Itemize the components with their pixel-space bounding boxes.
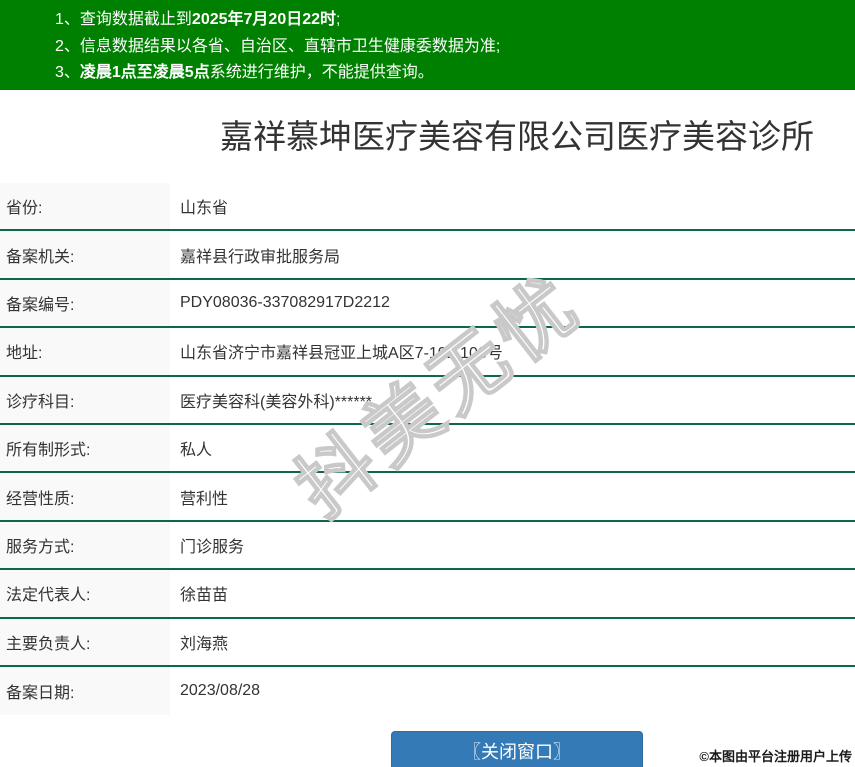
table-row: 省份: 山东省 [0,183,855,232]
record-table: 省份: 山东省 备案机关: 嘉祥县行政审批服务局 备案编号: PDY08036-… [0,183,855,716]
row-label: 主要负责人: [0,618,170,665]
row-label: 省份: [0,183,170,230]
row-label: 备案机关: [0,231,170,278]
row-label: 经营性质: [0,473,170,520]
notice-text: 查询数据截止到 [79,11,192,28]
row-value: 医疗美容科(美容外科)****** [180,393,373,411]
row-value: 私人 [180,442,213,460]
page-viewport: 1、查询数据截止到2025年7月20日22时; 2、信息数据结果以各省、自治区、… [0,0,855,767]
table-row: 地址: 山东省济宁市嘉祥县冠亚上城A区7-102.103号 [0,328,855,377]
notice-number: 1、 [55,11,80,28]
notice-bold-text: 2025年7月20日22时 [191,11,337,28]
table-row: 所有制形式: 私人 [0,424,855,474]
notice-bold-text: 凌晨1点至凌晨5点 [79,64,210,81]
row-value: 徐苗苗 [180,587,229,605]
row-value: 门诊服务 [180,538,245,556]
close-window-button[interactable]: 〖关闭窗口〗 [391,731,643,767]
table-row: 服务方式: 门诊服务 [0,521,855,571]
notice-text: ; [336,11,341,28]
notice-text: 信息数据结果以各省、自治区、直辖市卫生健康委数据为准; [79,37,501,55]
notice-number: 3、 [55,64,80,81]
row-value: PDY08036-337082917D2212 [180,293,390,311]
row-label: 服务方式: [0,521,170,569]
table-row: 诊疗科目: 医疗美容科(美容外科)****** [0,376,855,425]
row-value: 2023/08/28 [180,682,261,700]
table-row: 备案日期: 2023/08/28 [0,666,855,716]
table-row: 备案编号: PDY08036-337082917D2212 [0,279,855,329]
content-container: 嘉祥慕坤医疗美容有限公司医疗美容诊所 省份: 山东省 备案机关: 嘉祥县行政审批… [0,114,855,767]
table-row: 主要负责人: 刘海燕 [0,618,855,667]
row-label: 备案日期: [0,666,170,716]
row-value: 嘉祥县行政审批服务局 [180,248,341,266]
notice-banner: 1、查询数据截止到2025年7月20日22时; 2、信息数据结果以各省、自治区、… [0,0,855,90]
page-title: 嘉祥慕坤医疗美容有限公司医疗美容诊所 [220,118,814,155]
notice-text: 系统进行维护，不能提供查询。 [209,64,434,81]
copyright-note: ©本图由平台注册用户上传 [699,749,852,764]
row-label: 诊疗科目: [0,376,170,423]
row-label: 法定代表人: [0,570,170,617]
row-value: 山东省 [180,200,229,218]
notice-item: 2、信息数据结果以各省、自治区、直辖市卫生健康委数据为准; [55,34,845,61]
row-value: 营利性 [180,490,229,508]
notice-item: 1、查询数据截止到2025年7月20日22时; [55,7,845,34]
notice-item: 3、凌晨1点至凌晨5点系统进行维护，不能提供查询。 [55,60,845,87]
table-row: 备案机关: 嘉祥县行政审批服务局 [0,231,855,280]
row-value: 山东省济宁市嘉祥县冠亚上城A区7-102.103号 [180,345,503,363]
row-value: 刘海燕 [180,635,229,653]
row-label: 所有制形式: [0,424,170,472]
row-label: 备案编号: [0,279,170,327]
table-row: 法定代表人: 徐苗苗 [0,570,855,619]
row-label: 地址: [0,328,170,375]
table-row: 经营性质: 营利性 [0,473,855,522]
notice-number: 2、 [55,37,80,55]
